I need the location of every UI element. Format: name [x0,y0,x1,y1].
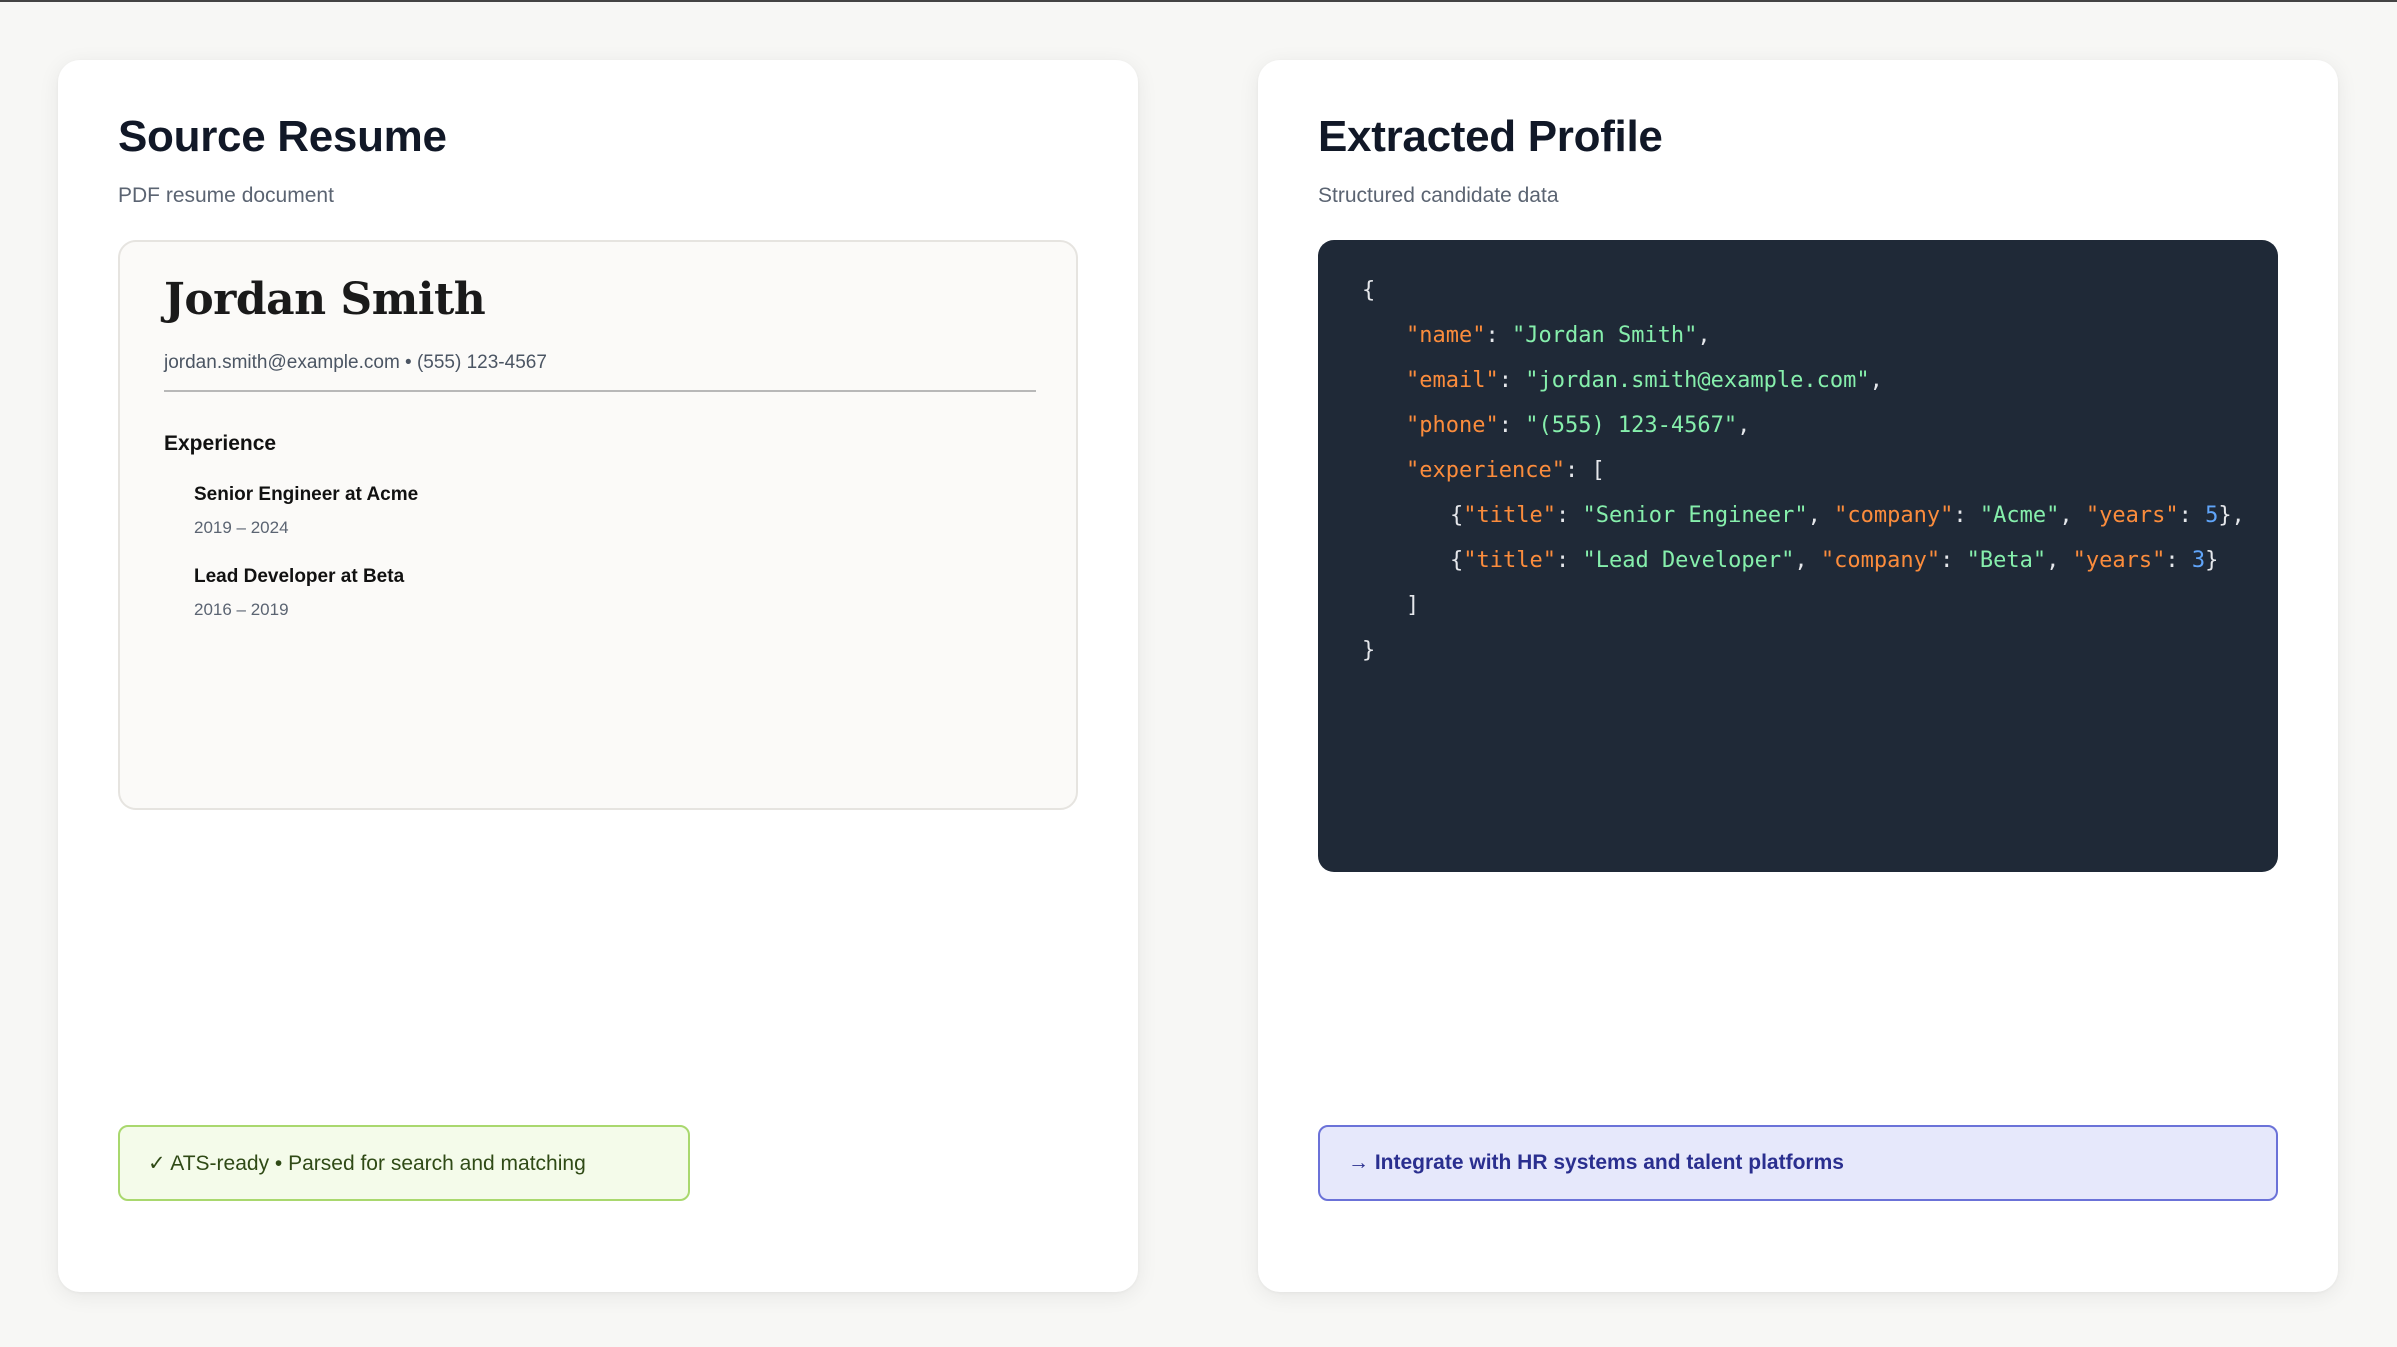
panel-subtitle: PDF resume document [118,184,334,207]
integrate-hr-badge: → Integrate with HR systems and talent p… [1318,1125,2278,1201]
source-resume-panel: Source Resume PDF resume document Jordan… [58,60,1138,1292]
panel-title: Source Resume [118,112,447,161]
ats-ready-badge: ✓ ATS-ready • Parsed for search and matc… [118,1125,690,1201]
code-line: "experience": [ [1406,458,1605,483]
code-line: "email": "jordan.smith@example.com", [1406,368,1883,393]
resume-divider [164,390,1036,392]
resume-name: Jordan Smith [164,274,486,325]
job-dates: 2016 – 2019 [194,600,289,619]
job-dates: 2019 – 2024 [194,518,289,537]
code-line: ] [1406,593,1420,618]
experience-item: Lead Developer at Beta 2016 – 2019 [194,566,404,620]
code-line: "phone": "(555) 123-4567", [1406,413,1751,438]
experience-heading: Experience [164,432,277,455]
job-title: Lead Developer at Beta [194,566,405,587]
code-line: } [1362,638,1376,663]
panel-title: Extracted Profile [1318,112,1663,161]
panel-subtitle: Structured candidate data [1318,184,1559,207]
resume-contact: jordan.smith@example.com • (555) 123-456… [164,352,547,373]
code-line: "name": "Jordan Smith", [1406,323,1711,348]
json-code-block: { "name": "Jordan Smith", "email": "jord… [1318,240,2278,872]
code-line: {"title": "Senior Engineer", "company": … [1450,503,2245,528]
code-line: { [1362,278,1376,303]
job-title: Senior Engineer at Acme [194,484,419,505]
extracted-profile-panel: Extracted Profile Structured candidate d… [1258,60,2338,1292]
resume-document: Jordan Smith jordan.smith@example.com • … [118,240,1078,810]
code-line: {"title": "Lead Developer", "company": "… [1450,548,2219,573]
experience-item: Senior Engineer at Acme 2019 – 2024 [194,484,418,538]
